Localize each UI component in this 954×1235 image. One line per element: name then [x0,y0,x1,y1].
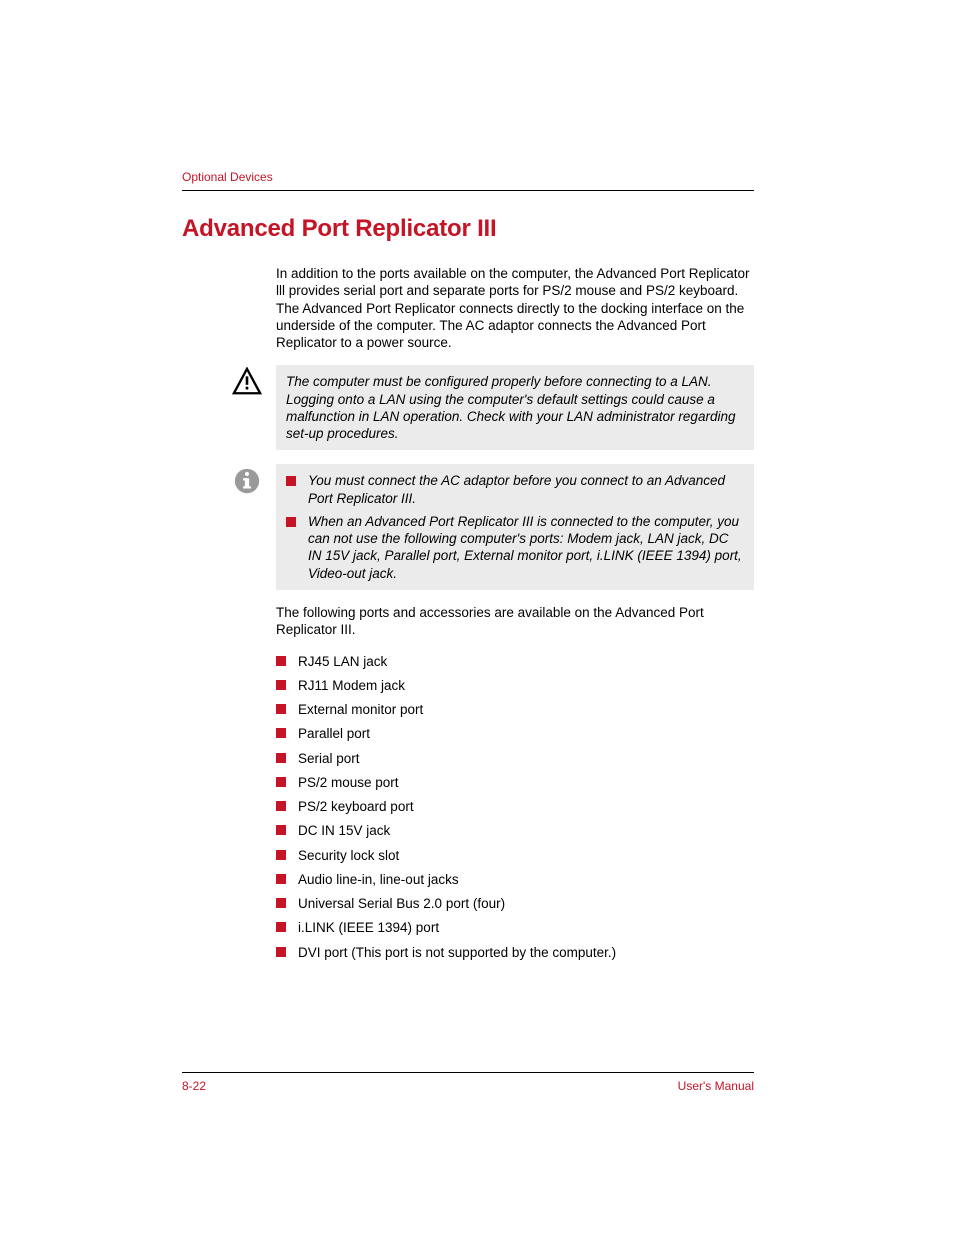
list-item: External monitor port [276,701,754,718]
info-bullet-1: You must connect the AC adaptor before y… [286,472,744,507]
list-item: RJ11 Modem jack [276,677,754,694]
doc-title: User's Manual [678,1079,754,1093]
list-item: DVI port (This port is not supported by … [276,944,754,961]
page-number: 8-22 [182,1079,206,1093]
footer-rule [182,1072,754,1073]
square-bullet-icon [276,825,286,835]
list-item: PS/2 keyboard port [276,798,754,815]
square-bullet-icon [276,753,286,763]
list-item: Security lock slot [276,847,754,864]
square-bullet-icon [276,801,286,811]
square-bullet-icon [276,922,286,932]
info-notice: You must connect the AC adaptor before y… [232,464,754,590]
square-bullet-icon [276,656,286,666]
running-header: Optional Devices [182,170,754,184]
list-item: Serial port [276,750,754,767]
list-intro: The following ports and accessories are … [276,604,754,639]
square-bullet-icon [276,850,286,860]
page-footer: 8-22 User's Manual [182,1072,754,1093]
warning-notice: The computer must be configured properly… [232,365,754,450]
square-bullet-icon [276,728,286,738]
square-bullet-icon [286,517,296,527]
square-bullet-icon [276,947,286,957]
warning-icon [232,367,262,397]
info-bullet-2: When an Advanced Port Replicator III is … [286,513,744,582]
square-bullet-icon [286,476,296,486]
warning-text: The computer must be configured properly… [276,365,754,450]
square-bullet-icon [276,704,286,714]
info-box: You must connect the AC adaptor before y… [276,464,754,590]
section-title: Advanced Port Replicator III [182,215,754,243]
info-icon [232,466,262,496]
list-item: DC IN 15V jack [276,822,754,839]
header-rule [182,190,754,191]
list-item: RJ45 LAN jack [276,653,754,670]
square-bullet-icon [276,898,286,908]
list-item: PS/2 mouse port [276,774,754,791]
square-bullet-icon [276,874,286,884]
square-bullet-icon [276,680,286,690]
list-item: i.LINK (IEEE 1394) port [276,919,754,936]
list-item: Audio line-in, line-out jacks [276,871,754,888]
list-item: Parallel port [276,725,754,742]
list-item: Universal Serial Bus 2.0 port (four) [276,895,754,912]
intro-paragraph: In addition to the ports available on th… [276,265,754,351]
square-bullet-icon [276,777,286,787]
port-list: RJ45 LAN jack RJ11 Modem jack External m… [276,653,754,961]
